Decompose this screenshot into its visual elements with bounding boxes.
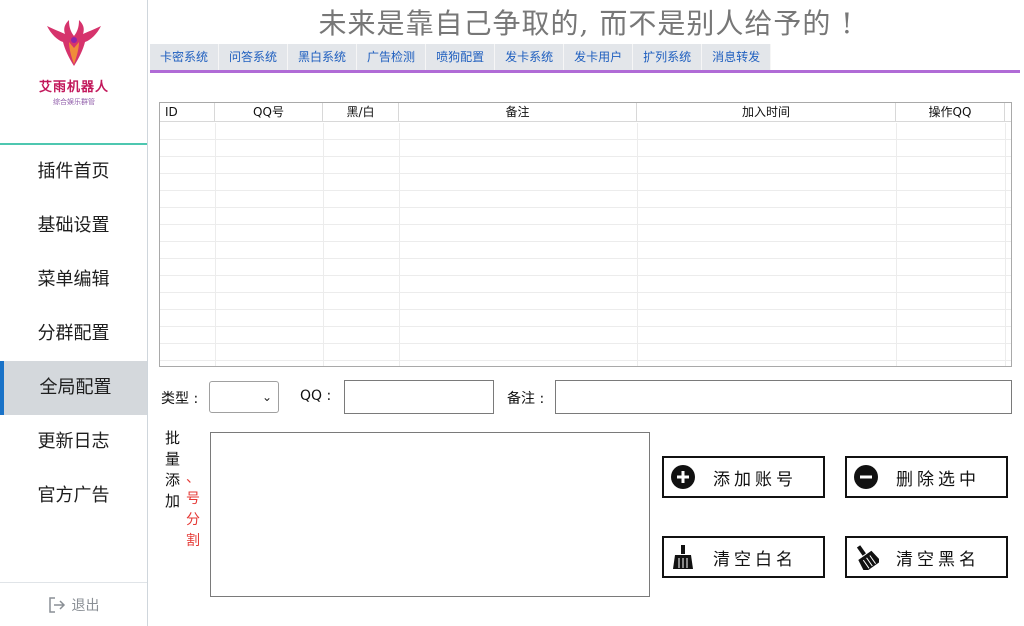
broom-icon [852, 543, 880, 571]
chevron-down-icon: ⌄ [261, 390, 272, 404]
clear-whitelist-label: 清空白名 [713, 549, 797, 570]
column-line [323, 123, 324, 366]
sidebar-item-official-ads[interactable]: 官方广告 [0, 469, 147, 523]
column-line [896, 123, 897, 366]
clear-blacklist-label: 清空黑名 [896, 549, 980, 570]
logout-label: 退出 [71, 597, 100, 614]
table-body [160, 123, 1011, 366]
batch-add-label: 批量添加 [165, 429, 181, 510]
sidebar-item-global-config[interactable]: 全局配置 [0, 361, 147, 415]
qq-label: QQ : [300, 388, 332, 404]
batch-add-textarea[interactable] [210, 432, 650, 597]
note-input[interactable] [555, 380, 1012, 414]
type-select[interactable]: ⌄ [209, 381, 279, 413]
add-account-label: 添加账号 [713, 469, 797, 490]
qq-input[interactable] [344, 380, 494, 414]
plus-circle-icon [669, 463, 697, 491]
table-header: ID QQ号 黑/白 备注 加入时间 操作QQ [160, 103, 1011, 122]
tab-card-issue-system[interactable]: 发卡系统 [495, 44, 565, 70]
column-line [215, 123, 216, 366]
tab-message-forward[interactable]: 消息转发 [702, 44, 772, 70]
column-header-type[interactable]: 黑/白 [323, 103, 399, 121]
phoenix-logo-icon [47, 20, 101, 66]
tab-ad-detection[interactable]: 广告检测 [357, 44, 427, 70]
delete-selected-label: 删除选中 [896, 469, 980, 490]
type-label: 类型 : [161, 391, 199, 407]
add-account-button[interactable]: 添加账号 [662, 456, 825, 498]
column-header-join-time[interactable]: 加入时间 [637, 103, 896, 121]
blackwhite-table[interactable]: ID QQ号 黑/白 备注 加入时间 操作QQ [159, 102, 1012, 367]
tab-expand-system[interactable]: 扩列系统 [633, 44, 703, 70]
banner-slogan: 未来是靠自己争取的, 而不是别人给予的 ! [318, 7, 854, 40]
sidebar-menu: 插件首页 基础设置 菜单编辑 分群配置 全局配置 更新日志 官方广告 [0, 145, 147, 523]
batch-add-hint: 、号分割 [186, 470, 200, 549]
tab-qa-system[interactable]: 问答系统 [219, 44, 289, 70]
delete-selected-button[interactable]: 删除选中 [845, 456, 1008, 498]
column-header-id[interactable]: ID [160, 103, 215, 121]
sidebar: 艾雨机器人 综合娱乐群管 插件首页 基础设置 菜单编辑 分群配置 全局配置 更新… [0, 0, 148, 626]
tab-card-system[interactable]: 卡密系统 [150, 44, 220, 70]
logout-icon [48, 596, 65, 613]
logout-button[interactable]: 退出 [0, 582, 147, 626]
sidebar-item-plugin-home[interactable]: 插件首页 [0, 145, 147, 199]
clear-whitelist-button[interactable]: 清空白名 [662, 536, 825, 578]
note-label: 备注 : [507, 391, 545, 407]
sidebar-item-basic-settings[interactable]: 基础设置 [0, 199, 147, 253]
column-line [1005, 123, 1006, 366]
column-header-note[interactable]: 备注 [399, 103, 637, 121]
column-header-qq[interactable]: QQ号 [215, 103, 323, 121]
broom-icon [669, 543, 697, 571]
tab-underline [150, 70, 1020, 73]
clear-blacklist-button[interactable]: 清空黑名 [845, 536, 1008, 578]
column-header-operator-qq[interactable]: 操作QQ [896, 103, 1005, 121]
minus-circle-icon [852, 463, 880, 491]
logo: 艾雨机器人 综合娱乐群管 [20, 18, 128, 126]
sidebar-item-group-config[interactable]: 分群配置 [0, 307, 147, 361]
logo-subtitle: 综合娱乐群管 [53, 98, 95, 106]
logo-title: 艾雨机器人 [38, 80, 109, 95]
sidebar-item-menu-edit[interactable]: 菜单编辑 [0, 253, 147, 307]
tab-card-issue-users[interactable]: 发卡用户 [564, 44, 634, 70]
tab-blackwhite-system[interactable]: 黑白系统 [288, 44, 358, 70]
sidebar-item-changelog[interactable]: 更新日志 [0, 415, 147, 469]
tab-bar: 卡密系统 问答系统 黑白系统 广告检测 喷狗配置 发卡系统 发卡用户 扩列系统 … [150, 44, 1020, 70]
column-line [637, 123, 638, 366]
tab-spray-config[interactable]: 喷狗配置 [426, 44, 496, 70]
column-line [399, 123, 400, 366]
